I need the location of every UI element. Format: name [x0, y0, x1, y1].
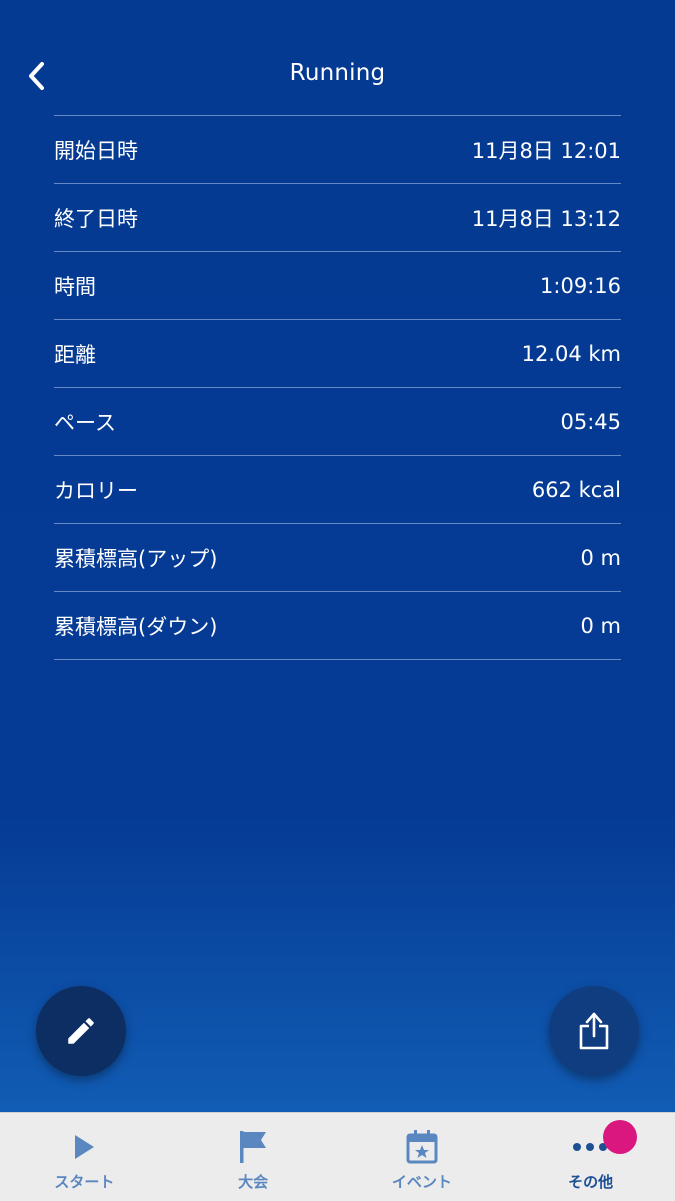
tab-more[interactable]: その他	[506, 1113, 675, 1201]
edit-button[interactable]	[36, 986, 126, 1076]
row-value: 12.04 km	[521, 341, 621, 366]
row-elevation-down: 累積標高(ダウン) 0 m	[54, 592, 621, 660]
row-label: カロリー	[54, 478, 138, 503]
header: Running	[0, 0, 675, 115]
notification-badge	[603, 1120, 638, 1154]
row-value: 1:09:16	[540, 273, 621, 298]
tab-race[interactable]: 大会	[169, 1113, 338, 1201]
calendar-star-icon	[406, 1130, 438, 1164]
row-label: 開始日時	[54, 138, 138, 163]
row-distance: 距離 12.04 km	[54, 320, 621, 388]
tab-label: イベント	[391, 1173, 452, 1191]
tab-label: その他	[568, 1173, 614, 1191]
tab-label: スタート	[54, 1173, 115, 1191]
row-value: 0 m	[580, 545, 622, 570]
page-title: Running	[289, 60, 386, 86]
row-calories: カロリー 662 kcal	[54, 456, 621, 524]
row-pace: ペース 05:45	[54, 388, 621, 456]
share-icon	[579, 1012, 609, 1050]
row-end-time: 終了日時 11月8日 13:12	[54, 184, 621, 252]
row-label: 終了日時	[54, 206, 138, 231]
row-label: ペース	[54, 410, 116, 435]
row-start-time: 開始日時 11月8日 12:01	[54, 116, 621, 184]
row-label: 時間	[54, 274, 96, 299]
row-elevation-up: 累積標高(アップ) 0 m	[54, 524, 621, 592]
row-value: 05:45	[560, 409, 621, 434]
tab-label: 大会	[238, 1173, 269, 1191]
row-label: 累積標高(ダウン)	[54, 614, 218, 639]
detail-list: 開始日時 11月8日 12:01 終了日時 11月8日 13:12 時間 1:0…	[54, 115, 621, 660]
tab-bar: スタート 大会 イベント その他	[0, 1112, 675, 1201]
row-value: 662 kcal	[531, 477, 621, 502]
row-value: 11月8日 13:12	[471, 206, 621, 231]
row-label: 累積標高(アップ)	[54, 546, 218, 571]
row-value: 11月8日 12:01	[471, 138, 621, 163]
tab-start[interactable]: スタート	[0, 1113, 169, 1201]
pencil-icon	[68, 1018, 94, 1044]
row-label: 距離	[54, 342, 96, 367]
row-value: 0 m	[580, 613, 622, 638]
tab-event[interactable]: イベント	[338, 1113, 507, 1201]
play-icon	[75, 1135, 95, 1159]
row-duration: 時間 1:09:16	[54, 252, 621, 320]
share-button[interactable]	[549, 986, 639, 1076]
flag-icon	[240, 1131, 267, 1163]
